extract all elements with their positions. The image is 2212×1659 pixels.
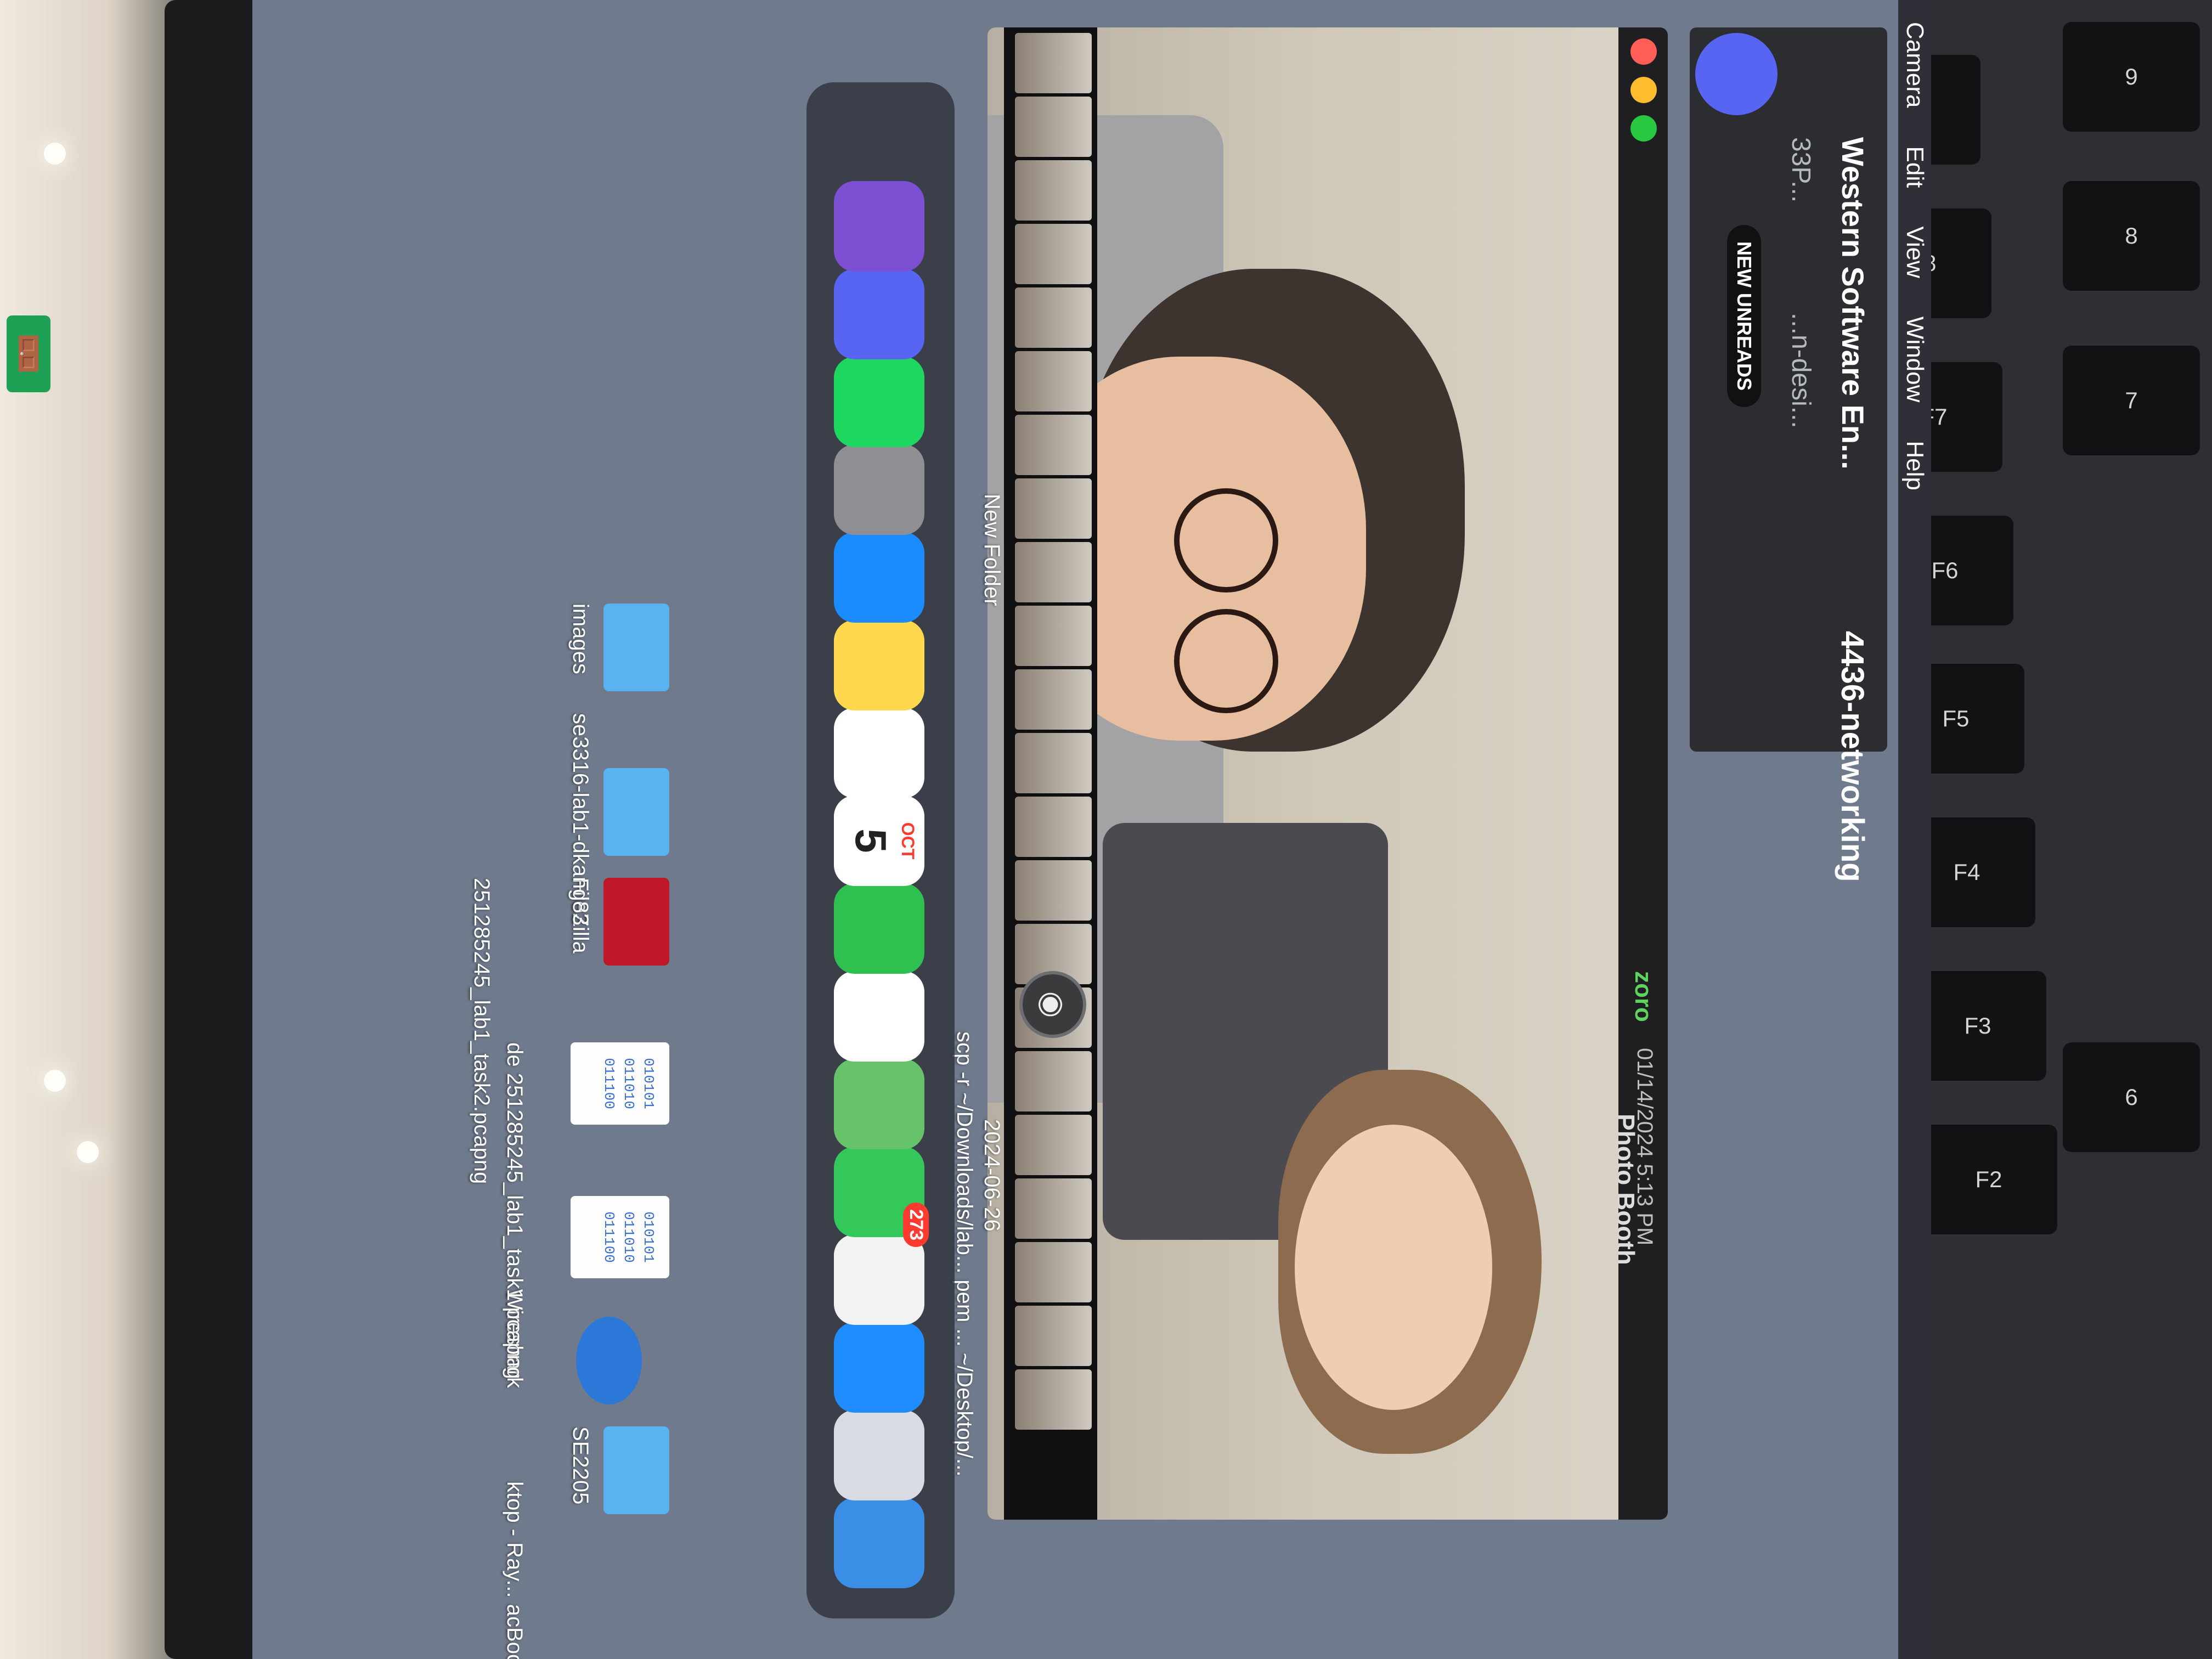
messages-icon[interactable]: 273	[834, 1147, 929, 1247]
background-room: 🚪	[0, 0, 181, 1659]
chrome-icon[interactable]	[834, 1234, 924, 1325]
zoom-button[interactable]	[1630, 115, 1657, 142]
new-unreads-button[interactable]: NEW UNREADS	[1727, 225, 1761, 408]
folder-label: New Folder	[980, 494, 1004, 606]
photo-thumbnail[interactable]	[1015, 606, 1092, 666]
photo-thumbnail[interactable]	[1015, 669, 1092, 730]
discord-icon[interactable]	[1695, 33, 1778, 115]
app-store-icon[interactable]	[834, 532, 924, 623]
key: 7	[2063, 346, 2200, 455]
menu-item-help[interactable]: Help	[1901, 441, 1928, 490]
key: 8	[2063, 181, 2200, 291]
glasses	[1174, 488, 1278, 592]
discord-icon[interactable]	[834, 269, 924, 359]
desktop-item-label[interactable]: SE2205	[568, 1426, 592, 1504]
folder-icon[interactable]	[603, 768, 669, 856]
server-name[interactable]: Western Software En...	[1835, 137, 1871, 470]
laptop-screen: Camera Edit View Window Help Western Sof…	[252, 0, 1931, 1659]
dock: 273 OCT 5	[806, 82, 955, 1618]
key: 6	[2063, 1042, 2200, 1152]
discord-window: Western Software En... 33P... ...n-desi.…	[1690, 27, 1887, 882]
desktop-item-label[interactable]: de 251285245_lab1_task1.pcapng	[502, 1042, 527, 1379]
date-label: 2024-06-26	[980, 1119, 1004, 1232]
channel-item[interactable]: ...n-desi...	[1786, 313, 1816, 428]
calendar-icon[interactable]: OCT 5	[834, 795, 924, 886]
pcap-file-icon[interactable]: 010101 011010 011100	[571, 1042, 669, 1125]
key: 9	[2063, 22, 2200, 132]
photo-thumbnail[interactable]	[1015, 542, 1092, 602]
app-icon[interactable]	[834, 181, 924, 272]
photo-thumbnail[interactable]	[1015, 478, 1092, 539]
photo-thumbnail[interactable]	[1015, 287, 1092, 348]
photo-thumbnail[interactable]	[1015, 733, 1092, 793]
maps-icon[interactable]	[834, 1059, 924, 1149]
shutter-button[interactable]: ◉	[1019, 971, 1086, 1038]
photo-thumbnail[interactable]	[1015, 1115, 1092, 1175]
photo-thumbnail[interactable]	[1015, 97, 1092, 157]
photo-thumbnail[interactable]	[1015, 351, 1092, 411]
launchpad-icon[interactable]	[834, 1410, 924, 1500]
photo-thumbnail[interactable]	[1015, 1369, 1092, 1430]
folder-icon[interactable]	[603, 1426, 669, 1514]
screen-content-rotated: Camera Edit View Window Help Western Sof…	[252, 0, 1931, 1659]
finder-icon[interactable]	[834, 1498, 924, 1588]
photo-thumbnail[interactable]	[1015, 1306, 1092, 1366]
photo-thumbnail[interactable]	[1015, 1178, 1092, 1239]
menu-bar: Camera Edit View Window Help	[1898, 0, 1931, 1659]
minimize-button[interactable]	[1630, 77, 1657, 103]
close-button[interactable]	[1630, 38, 1657, 65]
photos-icon[interactable]	[834, 971, 924, 1062]
glasses	[1174, 609, 1278, 713]
menu-item-camera[interactable]: Camera	[1901, 22, 1928, 108]
photo-thumbnail[interactable]	[1015, 224, 1092, 284]
key: F2	[1920, 1125, 2057, 1234]
photo-booth-window: zoro 01/14/2024 5:13 PM Photo Booth ◉	[988, 27, 1668, 1520]
ceiling-light	[44, 1070, 66, 1092]
photo-thumbnail[interactable]	[1015, 160, 1092, 221]
settings-icon[interactable]	[834, 444, 924, 535]
ceiling-light	[44, 143, 66, 165]
desktop-item-label[interactable]: 251285245_lab1_task2.pcapng	[469, 878, 494, 1184]
photo-strip	[1004, 27, 1097, 1520]
exit-sign-icon: 🚪	[7, 315, 50, 392]
person-face	[1295, 1125, 1492, 1410]
photo-thumbnail[interactable]	[1015, 1051, 1092, 1111]
desktop-item-label[interactable]: se3316-lab1-dkang83	[568, 713, 592, 926]
photo-thumbnail[interactable]	[1015, 797, 1092, 857]
notes-icon[interactable]	[834, 620, 924, 710]
reminders-icon[interactable]	[834, 708, 924, 798]
desktop-item-label[interactable]: ktop - Ray... acBook Air	[502, 1481, 527, 1659]
menu-item-window[interactable]: Window	[1901, 317, 1928, 403]
facetime-icon[interactable]	[834, 883, 924, 974]
photo-thumbnail[interactable]	[1015, 860, 1092, 921]
wireshark-icon[interactable]	[576, 1317, 642, 1404]
channel-item[interactable]: 33P...	[1786, 137, 1816, 202]
filezilla-icon[interactable]	[603, 878, 669, 966]
camera-icon: ◉	[1036, 991, 1070, 1018]
chat-username: zoro	[1630, 971, 1657, 1022]
menu-item-edit[interactable]: Edit	[1901, 146, 1928, 188]
spotify-icon[interactable]	[834, 357, 924, 447]
menu-item-view[interactable]: View	[1901, 226, 1928, 278]
calendar-day: 5	[847, 828, 895, 853]
active-channel-title: 4436-networking	[1835, 631, 1870, 882]
safari-icon[interactable]	[834, 1322, 924, 1413]
photo-thumbnail[interactable]	[1015, 1242, 1092, 1302]
folder-icon[interactable]	[603, 603, 669, 691]
ceiling-light	[77, 1141, 99, 1163]
photo-thumbnail[interactable]	[1015, 415, 1092, 475]
terminal-text: scp -r ~/Downloads/lab... pem ... ~/Desk…	[952, 1031, 977, 1477]
notification-badge: 273	[903, 1203, 929, 1247]
desktop-item-label[interactable]: images	[568, 603, 592, 674]
calendar-month: OCT	[898, 822, 918, 860]
photo-thumbnail[interactable]	[1015, 33, 1092, 93]
pcap-file-icon[interactable]: 010101 011010 011100	[571, 1196, 669, 1278]
laptop-keyboard: F2 F3 F4 F5 F6 F7 F8 F9 6 7 8 9	[1843, 0, 2212, 1659]
